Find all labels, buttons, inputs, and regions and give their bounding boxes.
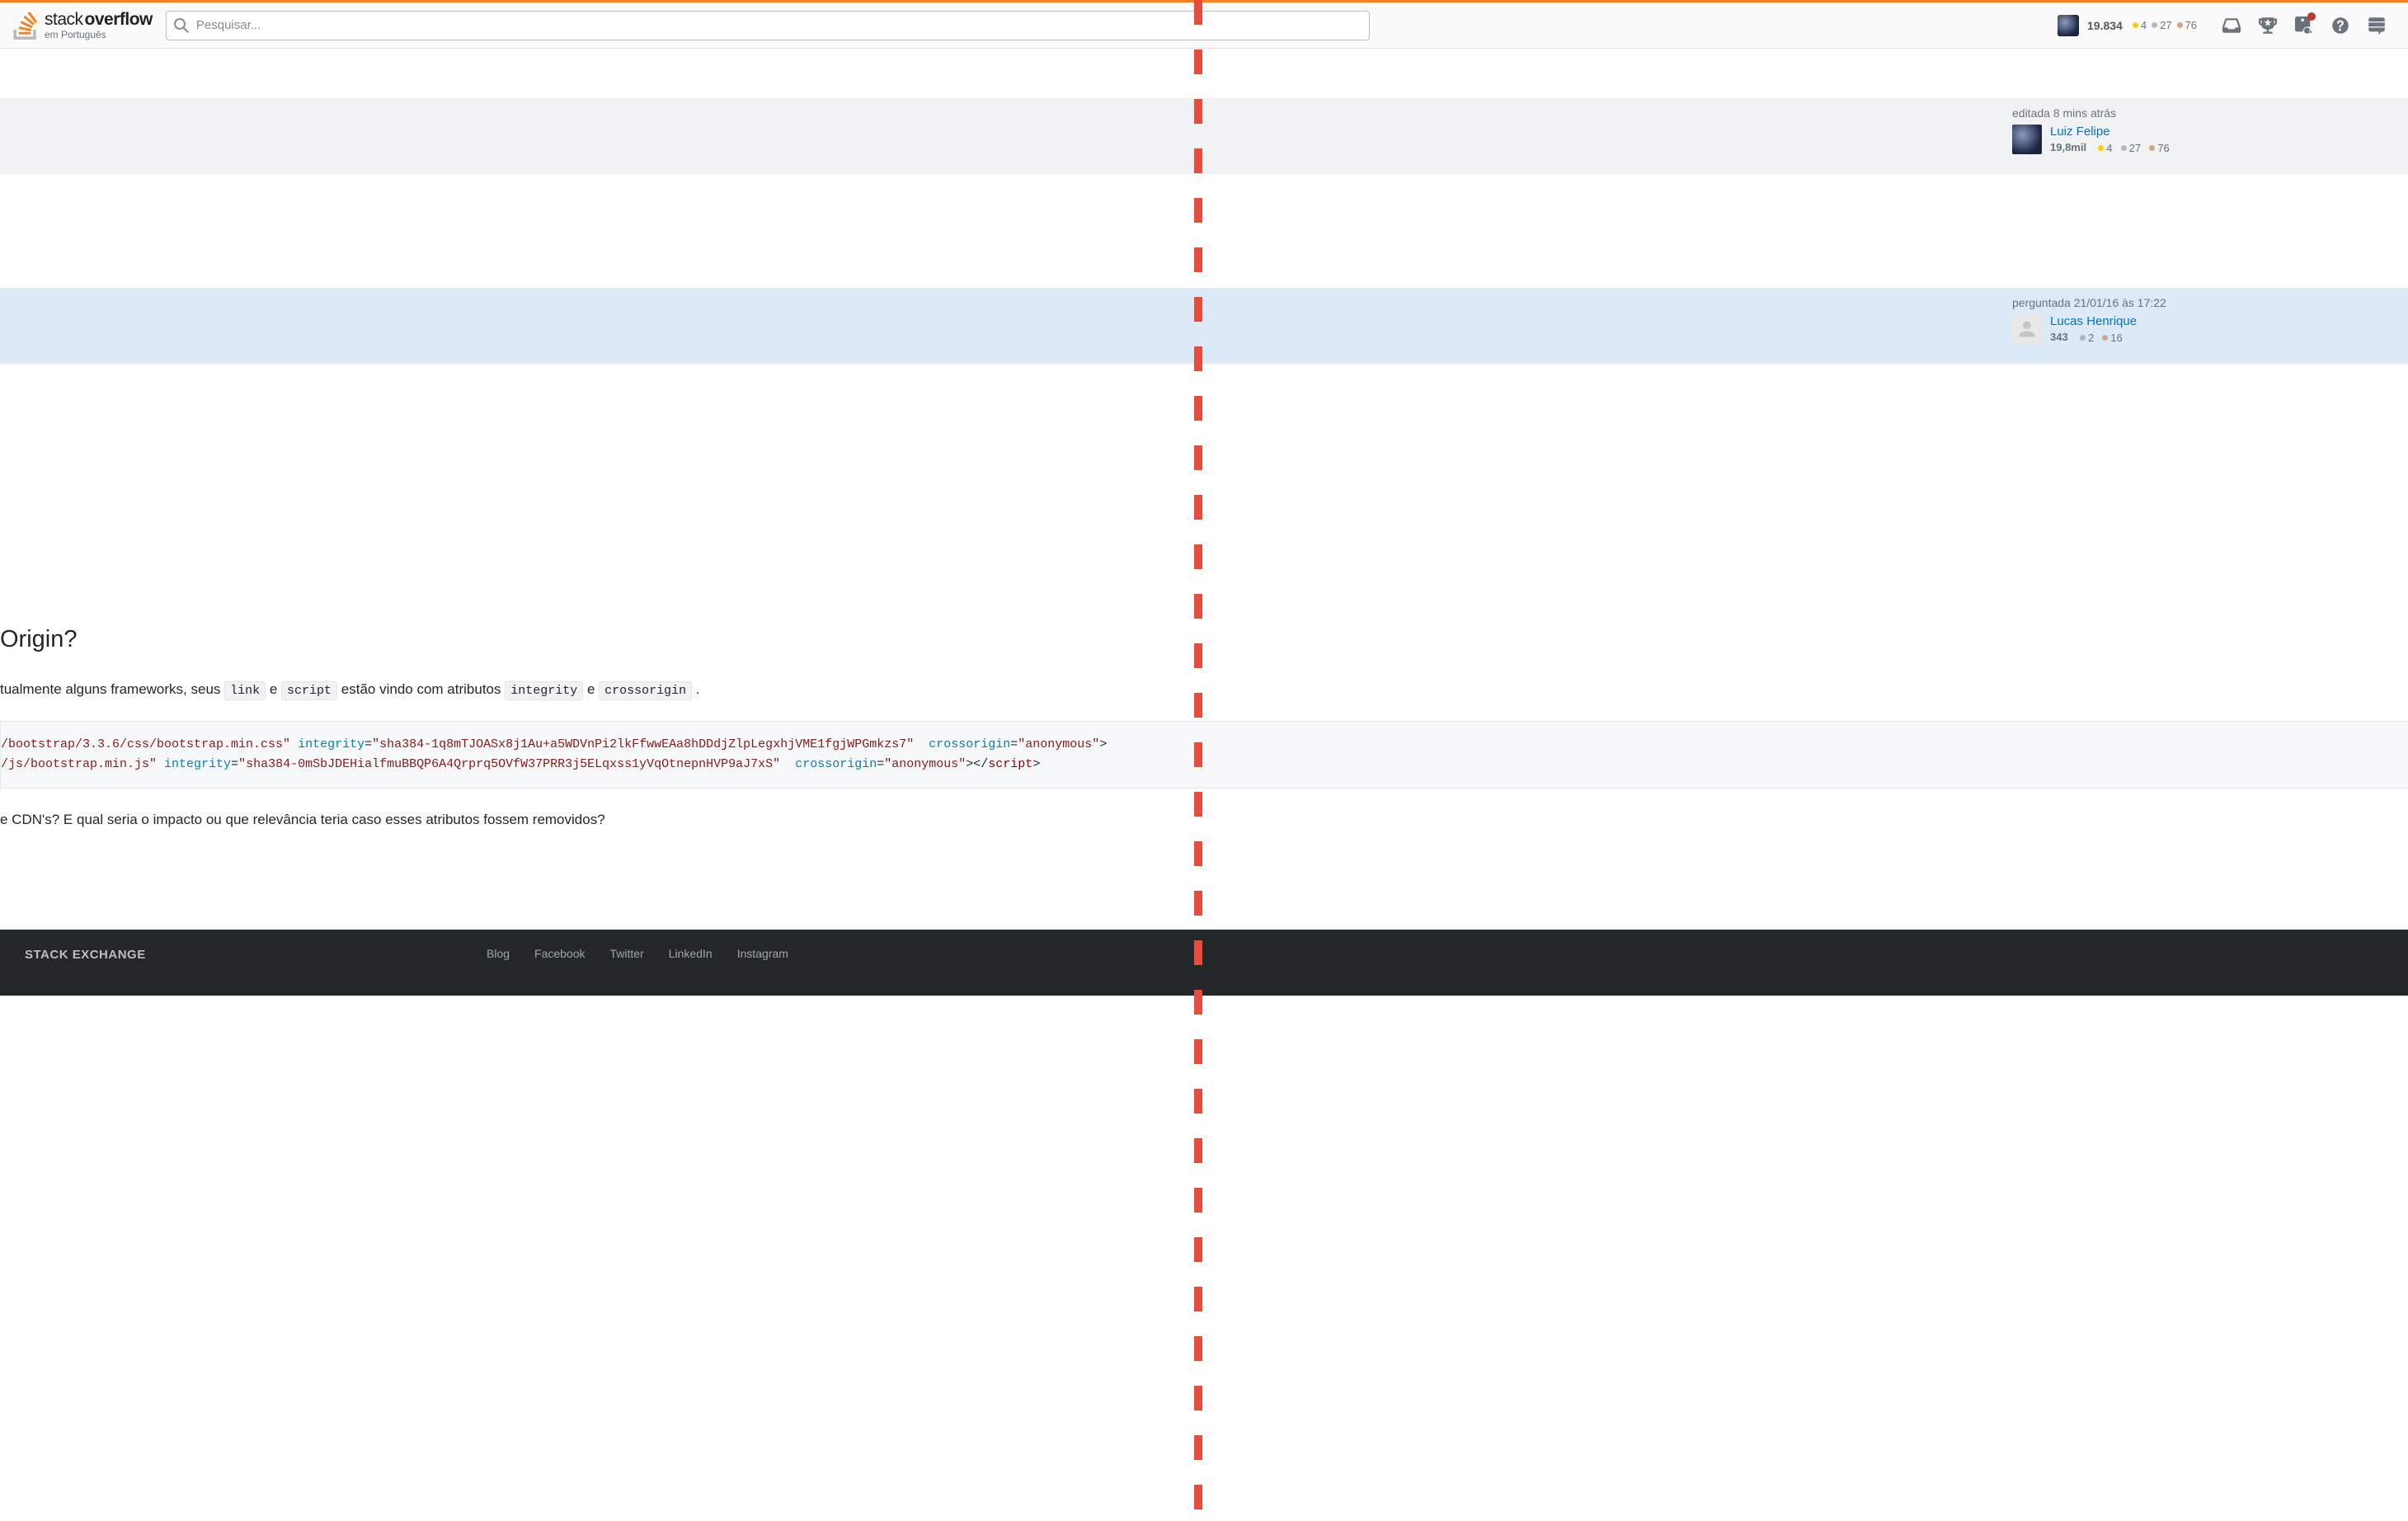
ask-action-text: perguntada 21/01/16 às 17:22 — [2012, 296, 2342, 309]
editor-avatar[interactable] — [2012, 125, 2042, 154]
code-script: script — [281, 681, 337, 700]
logo[interactable]: stack overflow em Português — [13, 11, 153, 40]
review-queue-icon[interactable] — [2286, 6, 2322, 45]
asker-bronze: 16 — [2102, 332, 2122, 344]
logo-text-overflow: overflow — [85, 11, 153, 28]
asker-user-card: perguntada 21/01/16 às 17:22 Lucas Henri… — [0, 288, 2408, 364]
notification-dot — [2307, 12, 2316, 21]
editor-rep: 19,8mil — [2050, 141, 2086, 153]
topbar: stack overflow em Português 19.834 4 27 … — [0, 2, 2408, 49]
gold-badge-count: 4 — [2133, 19, 2147, 31]
footer-link[interactable]: Blog — [487, 947, 510, 960]
editor-name-link[interactable]: Luiz Felipe — [2050, 125, 2170, 139]
question-title: Origin? — [0, 626, 2408, 653]
site-switcher-icon[interactable] — [2359, 6, 2395, 45]
question-intro: tualmente alguns frameworks, seus link e… — [0, 678, 2408, 701]
search-input[interactable] — [166, 11, 1370, 40]
achievements-icon[interactable] — [2250, 6, 2286, 45]
editor-gold: 4 — [2098, 142, 2112, 154]
footer-link[interactable]: LinkedIn — [669, 947, 713, 960]
logo-icon — [13, 12, 38, 40]
asker-name-link[interactable]: Lucas Henrique — [2050, 314, 2137, 328]
code-integrity: integrity — [505, 681, 583, 700]
help-icon[interactable] — [2322, 6, 2359, 45]
search-icon — [174, 18, 189, 33]
code-link: link — [224, 681, 266, 700]
bronze-badge-count: 76 — [2177, 19, 2197, 31]
editor-user-card: editada 8 mins atrás Luiz Felipe 19,8mil… — [0, 98, 2408, 174]
silver-badge-count: 27 — [2152, 19, 2171, 31]
reputation-value: 19.834 — [2087, 19, 2123, 32]
editor-silver: 27 — [2121, 142, 2141, 154]
code-block: /bootstrap/3.3.6/css/bootstrap.min.css" … — [0, 721, 2408, 789]
logo-text-stack: stack — [45, 11, 83, 28]
editor-bronze: 76 — [2149, 142, 2169, 154]
footer-links: Blog Facebook Twitter LinkedIn Instagram — [487, 947, 2383, 960]
footer-link[interactable]: Facebook — [534, 947, 585, 960]
asker-rep: 343 — [2050, 331, 2068, 343]
search-wrapper — [166, 11, 1370, 40]
user-profile-link[interactable]: 19.834 4 27 76 — [2049, 15, 2205, 36]
logo-subtitle: em Português — [45, 30, 153, 40]
edit-action-text: editada 8 mins atrás — [2012, 106, 2342, 120]
footer-link[interactable]: Twitter — [610, 947, 644, 960]
footer: STACK EXCHANGE Blog Facebook Twitter Lin… — [0, 930, 2408, 996]
asker-silver: 2 — [2080, 332, 2094, 344]
asker-avatar[interactable] — [2012, 314, 2042, 344]
avatar — [2058, 15, 2079, 36]
inbox-icon[interactable] — [2213, 6, 2250, 45]
code-crossorigin: crossorigin — [599, 681, 692, 700]
question-text-2: e CDN's? E qual seria o impacto ou que r… — [0, 808, 2408, 831]
footer-link[interactable]: Instagram — [737, 947, 788, 960]
